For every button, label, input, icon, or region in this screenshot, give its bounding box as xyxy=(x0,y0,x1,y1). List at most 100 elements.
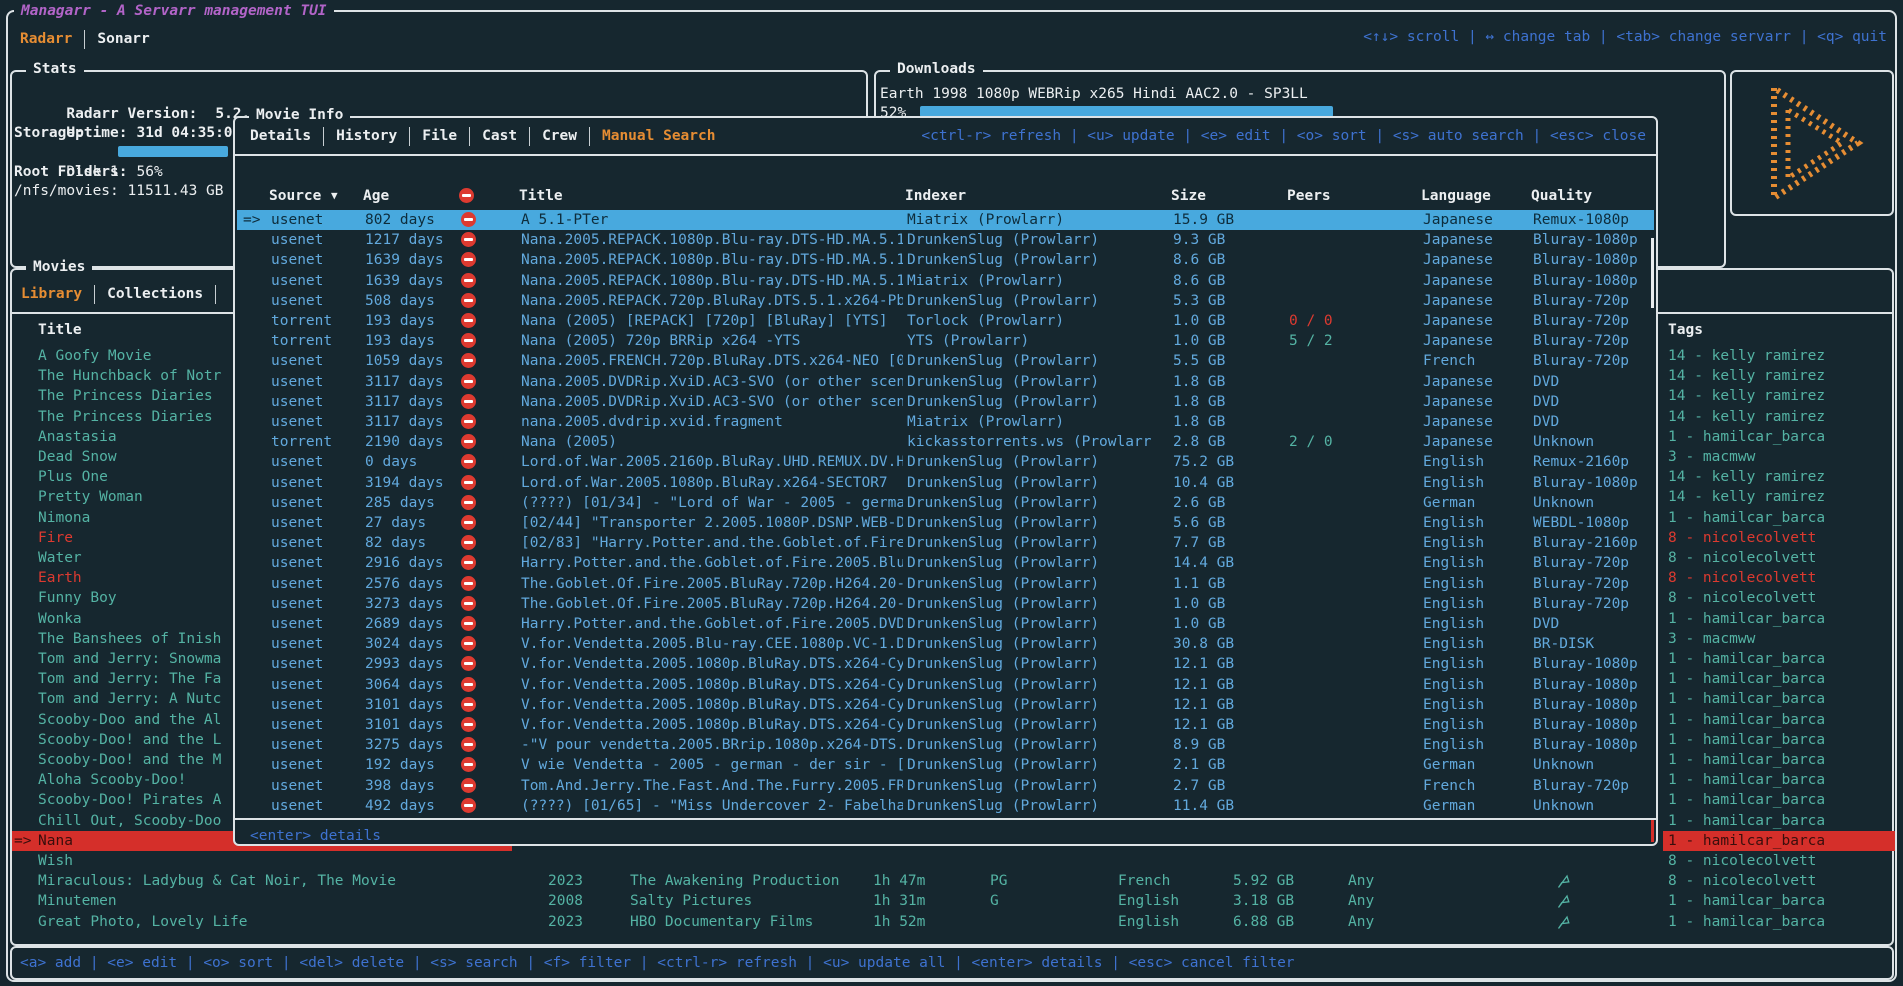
cell-age: 3101 days xyxy=(365,695,457,715)
cell-peers xyxy=(1289,392,1409,412)
tab-crew[interactable]: Crew xyxy=(542,128,577,144)
cell-quality: Bluray-720p xyxy=(1533,574,1659,594)
movie-row[interactable]: Great Photo, Lovely Life2023HBO Document… xyxy=(12,912,1892,932)
cell-title: [02/44] "Transporter 2.2005.1080P.DSNP.W… xyxy=(521,513,903,533)
tab-manual-search[interactable]: Manual Search xyxy=(602,128,716,144)
cell-indexer: DrunkenSlug (Prowlarr) xyxy=(907,291,1167,311)
movie-row[interactable]: Wish8 - nicolecolvett xyxy=(12,851,1892,871)
search-result-row[interactable]: usenet3275 days-"V pour vendetta.2005.BR… xyxy=(237,735,1654,755)
movie-language: English xyxy=(1118,912,1218,932)
search-result-row[interactable]: torrent2190 daysNana (2005)kickasstorren… xyxy=(237,432,1654,452)
search-result-row[interactable]: usenet2576 daysThe.Goblet.Of.Fire.2005.B… xyxy=(237,574,1654,594)
search-result-row[interactable]: usenet2993 daysV.for.Vendetta.2005.1080p… xyxy=(237,654,1654,674)
cell-title: Harry.Potter.and.the.Goblet.of.Fire.2005… xyxy=(521,614,903,634)
cell-indexer: DrunkenSlug (Prowlarr) xyxy=(907,735,1167,755)
cell-indexer: DrunkenSlug (Prowlarr) xyxy=(907,715,1167,735)
search-result-row[interactable]: usenet2916 daysHarry.Potter.and.the.Gobl… xyxy=(237,553,1654,573)
search-result-row[interactable]: usenet0 daysLord.of.War.2005.2160p.BluRa… xyxy=(237,452,1654,472)
stat-uptime-value: 31d 04:35:03 xyxy=(137,125,242,141)
rejection-icon xyxy=(461,495,476,510)
rejection-icon xyxy=(461,636,476,651)
download-item: Earth 1998 1080p WEBRip x265 Hindi AAC2.… xyxy=(880,84,1308,104)
search-result-row[interactable]: torrent193 daysNana (2005) 720p BRRip x2… xyxy=(237,331,1654,351)
cell-quality: Unknown xyxy=(1533,755,1659,775)
movie-studio: Salty Pictures xyxy=(630,891,860,911)
tab-file[interactable]: File xyxy=(422,128,457,144)
search-result-row[interactable]: usenet508 daysNana.2005.REPACK.720p.BluR… xyxy=(237,291,1654,311)
movie-size: 3.18 GB xyxy=(1233,891,1333,911)
cell-quality: Bluray-720p xyxy=(1533,351,1659,371)
search-result-row[interactable]: usenet3117 daysNana.2005.DVDRip.XviD.AC3… xyxy=(237,372,1654,392)
tab-library[interactable]: Library xyxy=(21,286,82,302)
scrollbar-thumb[interactable] xyxy=(1651,238,1654,308)
cell-age: 3117 days xyxy=(365,412,457,432)
rejection-icon xyxy=(461,333,476,348)
search-result-row[interactable]: torrent193 daysNana (2005) [REPACK] [720… xyxy=(237,311,1654,331)
cell-quality: DVD xyxy=(1533,372,1659,392)
stats-panel-title: Stats xyxy=(26,61,84,77)
search-result-row[interactable]: usenet3064 daysV.for.Vendetta.2005.1080p… xyxy=(237,675,1654,695)
cell-age: 193 days xyxy=(365,311,457,331)
search-result-row[interactable]: usenet1639 daysNana.2005.REPACK.1080p.Bl… xyxy=(237,250,1654,270)
selected-row-arrow: => xyxy=(14,831,38,851)
movie-tag: 1 - hamilcar_barca xyxy=(1663,891,1895,911)
search-result-row[interactable]: usenet82 days[02/83] "Harry.Potter.and.t… xyxy=(237,533,1654,553)
movie-tag: 1 - hamilcar_barca xyxy=(1663,912,1895,932)
movie-rating: G xyxy=(990,891,1050,911)
cell-title: (????) [01/65] - "Miss Undercover 2- Fab… xyxy=(521,796,903,816)
movie-row[interactable]: Miraculous: Ladybug & Cat Noir, The Movi… xyxy=(12,871,1892,891)
search-result-row[interactable]: usenet3101 daysV.for.Vendetta.2005.1080p… xyxy=(237,715,1654,735)
cell-age: 3117 days xyxy=(365,392,457,412)
cell-language: French xyxy=(1423,351,1529,371)
search-result-row[interactable]: usenet3117 daysnana.2005.dvdrip.xvid.fra… xyxy=(237,412,1654,432)
search-result-row[interactable]: usenet1639 daysNana.2005.REPACK.1080p.Bl… xyxy=(237,271,1654,291)
tab-cast[interactable]: Cast xyxy=(482,128,517,144)
cell-age: 1059 days xyxy=(365,351,457,371)
search-result-row[interactable]: =>usenet802 daysA 5.1-PTerMiatrix (Prowl… xyxy=(237,210,1654,230)
stat-disk-percent: 56% xyxy=(137,164,163,180)
scroll-indicator-red xyxy=(1651,820,1654,842)
cell-source: usenet xyxy=(271,614,359,634)
search-result-row[interactable]: usenet3024 daysV.for.Vendetta.2005.Blu-r… xyxy=(237,634,1654,654)
cell-indexer: DrunkenSlug (Prowlarr) xyxy=(907,250,1167,270)
movie-title: Great Photo, Lovely Life xyxy=(38,912,508,932)
search-result-row[interactable]: usenet285 days(????) [01/34] - "Lord of … xyxy=(237,493,1654,513)
movie-tag: 1 - hamilcar_barca xyxy=(1663,811,1895,831)
header-cell-source: Source xyxy=(269,186,321,206)
tab-history[interactable]: History xyxy=(336,128,397,144)
search-result-row[interactable]: usenet1059 daysNana.2005.FRENCH.720p.Blu… xyxy=(237,351,1654,371)
search-result-row[interactable]: usenet 2689 days Harry.Potter.and.the.Gobl… xyxy=(237,614,1654,634)
search-result-row[interactable]: usenet1217 daysNana.2005.REPACK.1080p.Bl… xyxy=(237,230,1654,250)
cell-size: 11.4 GB xyxy=(1173,796,1285,816)
cell-title: V.for.Vendetta.2005.1080p.BluRay.DTS.x26… xyxy=(521,715,903,735)
search-result-row[interactable]: usenet3194 daysLord.of.War.2005.1080p.Bl… xyxy=(237,473,1654,493)
servarr-tab-sonarr[interactable]: Sonarr xyxy=(97,31,149,47)
cell-size: 7.7 GB xyxy=(1173,533,1285,553)
movie-tag: 14 - kelly ramirez xyxy=(1663,467,1895,487)
cell-indexer: DrunkenSlug (Prowlarr) xyxy=(907,574,1167,594)
cell-quality: Bluray-720p xyxy=(1533,311,1659,331)
search-result-row[interactable]: usenet3101 daysV.for.Vendetta.2005.1080p… xyxy=(237,695,1654,715)
cell-quality: Unknown xyxy=(1533,493,1659,513)
rejection-icon xyxy=(461,232,476,247)
movie-size: 5.92 GB xyxy=(1233,871,1333,891)
managarr-screen: Managarr - A Servarr management TUI Rada… xyxy=(0,0,1903,986)
search-result-row[interactable]: usenet398 daysTom.And.Jerry.The.Fast.And… xyxy=(237,776,1654,796)
search-result-row[interactable]: usenet27 days[02/44] "Transporter 2.2005… xyxy=(237,513,1654,533)
rejection-icon xyxy=(461,616,476,631)
search-result-row[interactable]: usenet192 daysV wie Vendetta - 2005 - ge… xyxy=(237,755,1654,775)
cell-peers xyxy=(1289,715,1409,735)
tab-details[interactable]: Details xyxy=(250,128,311,144)
search-result-row[interactable]: usenet3273 daysThe.Goblet.Of.Fire.2005.B… xyxy=(237,594,1654,614)
tab-collections[interactable]: Collections xyxy=(107,286,203,302)
cell-quality: Bluray-1080p xyxy=(1533,654,1659,674)
cell-age: 2689 days xyxy=(365,614,457,634)
search-result-row[interactable]: usenet3117 daysNana.2005.DVDRip.XviD.AC3… xyxy=(237,392,1654,412)
rejection-icon xyxy=(461,454,476,469)
cell-age: 3273 days xyxy=(365,594,457,614)
cell-indexer: DrunkenSlug (Prowlarr) xyxy=(907,392,1167,412)
search-result-row[interactable]: usenet492 days(????) [01/65] - "Miss Und… xyxy=(237,796,1654,816)
stat-storage-label: Storage: xyxy=(14,123,84,143)
movie-row[interactable]: Minutemen2008Salty Pictures1h 31mGEnglis… xyxy=(12,891,1892,911)
servarr-tab-radarr[interactable]: Radarr xyxy=(20,31,72,47)
